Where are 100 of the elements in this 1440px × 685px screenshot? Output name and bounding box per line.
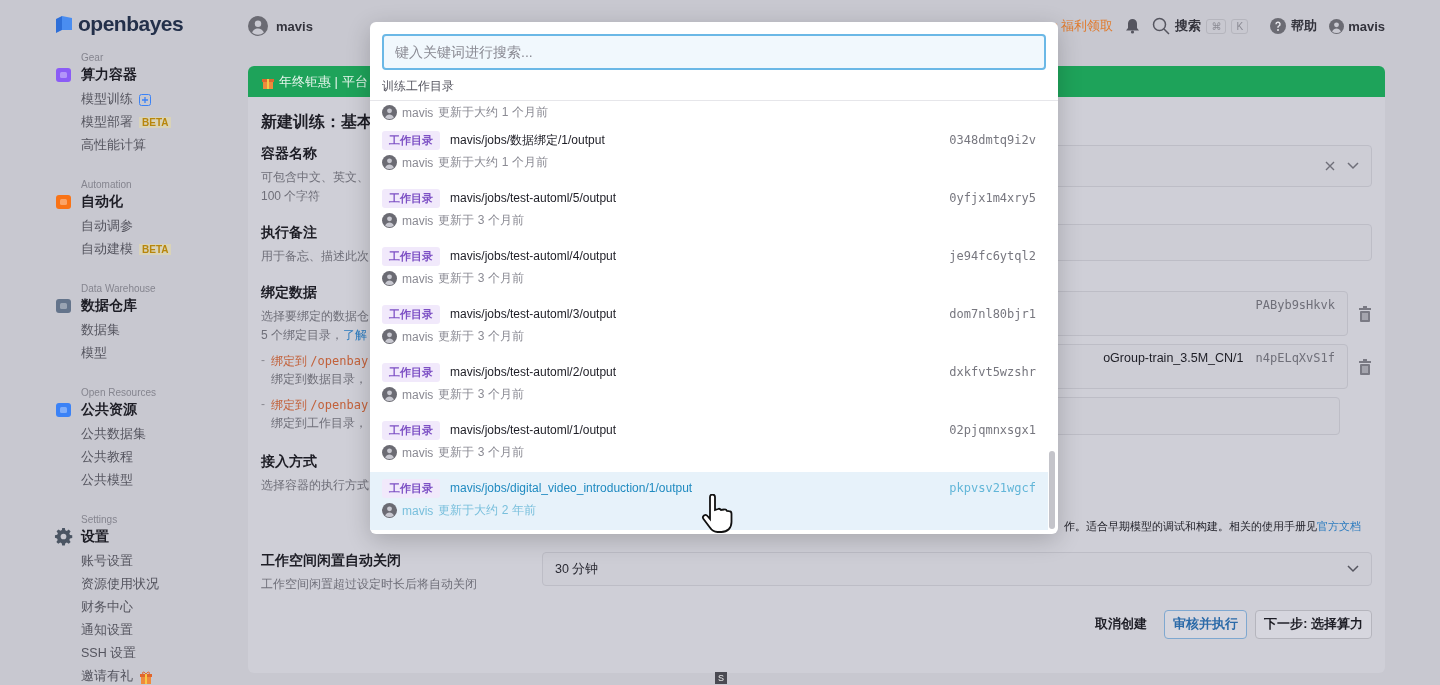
owner-name: mavis [402,329,434,344]
section-label: Open Resources [81,387,158,398]
nav-item[interactable]: 高性能计算 [81,137,146,154]
review-button[interactable]: 审核并执行 [1164,610,1248,639]
directory-item[interactable]: 工作目录 mavis/jobs/数据绑定/1/output 0348dmtq9i2v mavis 更新于大约 1 个月前 [370,124,1048,182]
add-icon[interactable] [139,93,151,106]
avatar-icon [382,445,397,460]
section-title[interactable]: 公共资源 [81,400,137,419]
nav-item[interactable]: 公共教程 [81,449,133,466]
avatar-icon [382,503,397,518]
bullet-dash: - [261,353,265,369]
nav-item[interactable]: 数据集 [81,322,120,339]
next-button[interactable]: 下一步: 选择算力 [1255,610,1372,639]
field-hint: 5 个绑定目录， [261,328,343,342]
nav-item[interactable]: 资源使用状况 [81,576,159,593]
directory-path: mavis/jobs/test-automl/1/output [450,423,618,437]
owner-name: mavis [402,387,434,402]
section-label: Data Warehouse [81,283,157,294]
bind-path: /openbay [310,354,369,368]
field-hint: 100 个字符 [261,188,321,205]
docs-link[interactable]: 官方文档 [1317,520,1361,532]
cancel-button[interactable]: 取消创建 [1086,610,1157,639]
user-name[interactable]: mavis [276,18,313,34]
updated-time: 更新于大约 2 年前 [438,502,536,519]
nav-item[interactable]: 公共数据集 [81,426,146,443]
tag-badge: 工作目录 [382,130,440,150]
tag-badge: 工作目录 [382,478,440,498]
field-label: 工作空间闲置自动关闭 [261,552,401,570]
shortcut-badge: S [715,672,727,684]
directory-path: mavis/jobs/test-automl/4/output [450,249,618,263]
chevron-down-icon [1347,162,1359,170]
beta-badge: BETA [139,244,172,255]
nav-item[interactable]: 自动调参 [81,218,133,235]
directory-item[interactable]: 工作目录 mavis/jobs/test-automl/5/output 0yfjx1m4xry5 mavis 更新于 3 个月前 [370,182,1048,240]
nav-item[interactable]: 公共模型 [81,472,133,489]
section-title[interactable]: 算力容器 [81,65,137,84]
bullet-dash: - [261,397,265,413]
field-hint: 工作空间闲置超过设定时长后将自动关闭 [261,576,477,593]
owner-name: mavis [402,213,434,228]
nav-item[interactable]: 模型训练 [81,91,133,108]
directory-id: pkpvsv21wgcf [949,481,1036,495]
field-label: 执行备注 [261,224,317,242]
section-header: 训练工作目录 [370,70,1058,101]
updated-time: 更新于大约 1 个月前 [438,154,548,171]
search-icon[interactable] [1152,17,1171,35]
directory-id: 0348dmtq9i2v [949,133,1036,147]
section-title[interactable]: 数据仓库 [81,296,137,315]
trash-icon[interactable] [1358,305,1372,322]
updated-time: 更新于 3 个月前 [438,444,524,461]
updated-time: 更新于 3 个月前 [438,328,524,345]
section-label: Automation [81,179,133,190]
directory-id: 0yfjx1m4xry5 [949,191,1036,205]
avatar-icon [382,329,397,344]
nav-item[interactable]: 模型部署 [81,114,133,131]
section-title[interactable]: 自动化 [81,192,123,211]
bind-prefix: 绑定到 [271,354,307,368]
directory-item[interactable]: 工作目录 mavis/jobs/test-automl/1/output 02pjqmnxsgx1 mavis 更新于 3 个月前 [370,414,1048,472]
nav-item[interactable]: 通知设置 [81,622,133,639]
avatar-icon [382,213,397,228]
owner-name: mavis [402,105,434,120]
nav-item[interactable]: SSH 设置 [81,645,137,662]
updated-time: 更新于大约 1 个月前 [438,104,548,121]
directory-id: dom7nl80bjr1 [949,307,1036,321]
owner-name: mavis [402,155,434,170]
nav-item[interactable]: 财务中心 [81,599,133,616]
search-label[interactable]: 搜索 [1175,17,1202,35]
beta-badge: BETA [139,117,172,128]
field-label: 绑定数据 [261,284,317,302]
avatar-icon [382,271,397,286]
directory-id: 02pjqmnxsgx1 [949,423,1036,437]
bell-icon[interactable] [1125,18,1141,34]
field-hint: 选择要绑定的数据仓 [261,308,369,325]
tag-badge: 工作目录 [382,420,440,440]
search-field[interactable]: 键入关键词进行搜索... [382,34,1046,70]
help-icon[interactable] [1270,18,1287,34]
account-name[interactable]: mavis [1348,18,1385,34]
bind-path: /openbay [310,398,369,412]
section-label: Gear [81,52,105,63]
directory-item[interactable]: 工作目录 mavis/jobs/digital_video_introduction/1/output pkpvsv21wgcf mavis 更新于大约 2 年前 [370,472,1048,530]
logo-icon [54,14,74,34]
avatar-icon [248,16,268,36]
avatar-icon [1329,18,1345,34]
bind-note: 绑定到数据目录， [271,371,367,388]
section-label: Settings [81,514,119,525]
select-field[interactable]: 30 分钟 [542,552,1372,586]
updated-time: 更新于 3 个月前 [438,386,524,403]
tag-badge: 工作目录 [382,188,440,208]
nav-item[interactable]: 自动建模 [81,241,133,258]
scrollbar[interactable] [1049,451,1055,529]
section-title[interactable]: 设置 [81,527,109,546]
shortcut-key: ⌘ [1206,18,1227,34]
learn-more-link[interactable]: 了解 [343,328,367,342]
directory-item[interactable]: mavis 更新于大约 1 个月前 [370,104,1048,124]
help-link[interactable]: 帮助 [1291,17,1318,35]
field-hint: 可包含中文、英文、 [261,169,369,186]
nav-item[interactable]: 邀请有礼 [81,668,133,685]
clear-icon[interactable] [1325,161,1335,171]
trash-icon[interactable] [1358,358,1372,375]
nav-item[interactable]: 账号设置 [81,553,133,570]
nav-item[interactable]: 模型 [81,345,107,362]
